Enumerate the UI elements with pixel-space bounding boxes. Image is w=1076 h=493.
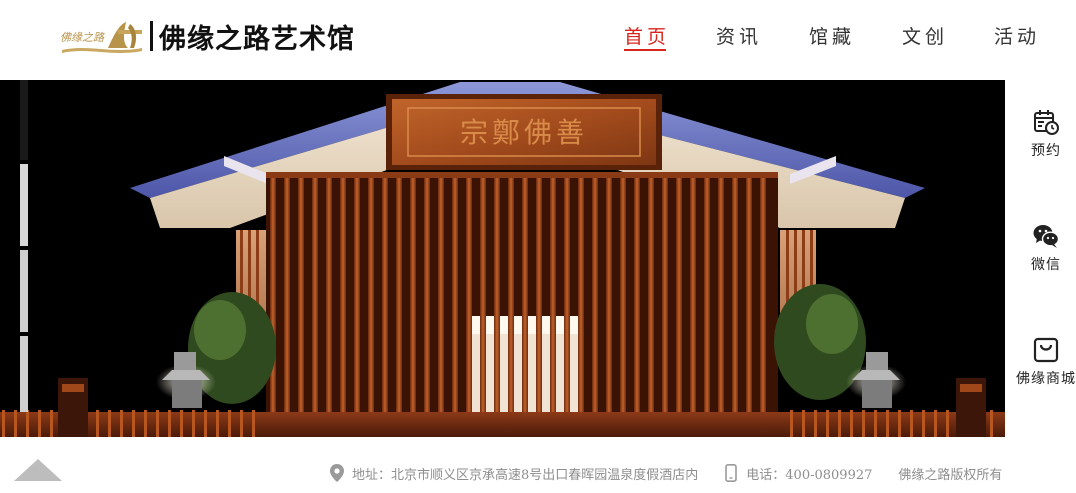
rail-item-label: 预约 (1031, 143, 1061, 159)
temple-gate-photo: 宗鄭佛善 (0, 82, 1005, 437)
nav-active-underline (624, 49, 667, 51)
nav-item-label: 资讯 (716, 26, 763, 48)
calendar-clock-icon (1034, 110, 1059, 135)
location-pin-icon (330, 464, 344, 482)
main-nav: 首页 资讯 馆藏 文创 活动 (0, 22, 1076, 62)
footer-address: 地址：北京市顺义区京承高速8号出口春晖园温泉度假酒店内 (352, 467, 699, 483)
quick-links-rail: 预约 微信 佛缘商城 (1005, 78, 1076, 437)
rail-item-reservation[interactable]: 预约 (1005, 108, 1076, 160)
rail-item-label: 微信 (1031, 257, 1061, 273)
slider-indicator-active[interactable] (20, 164, 28, 246)
back-to-top-icon[interactable] (14, 459, 62, 481)
plaque-inscription: 宗鄭佛善 (460, 116, 588, 149)
footer-phone: 电话：400-0809927 (746, 467, 873, 483)
shopping-bag-icon (1033, 337, 1059, 363)
footer-copyright: 佛缘之路版权所有 (898, 467, 1003, 483)
slider-indicator[interactable] (20, 336, 28, 412)
rail-item-shop[interactable]: 佛缘商城 (1005, 336, 1076, 388)
nav-item-creative[interactable]: 文创 (902, 22, 948, 49)
nav-item-label: 活动 (994, 26, 1041, 48)
footer-info: 地址：北京市顺义区京承高速8号出口春晖园温泉度假酒店内 电话：400-08099… (330, 463, 1002, 483)
hero-banner[interactable]: 宗鄭佛善 (0, 80, 1005, 437)
nav-item-label: 馆藏 (809, 26, 856, 48)
nav-item-label: 文创 (902, 26, 949, 48)
site-footer: 地址：北京市顺义区京承高速8号出口春晖园温泉度假酒店内 电话：400-08099… (0, 437, 1076, 493)
mobile-phone-icon (725, 464, 738, 482)
nav-item-home[interactable]: 首页 (624, 22, 671, 51)
site-header: 佛缘之路 佛缘之路艺术馆 首页 资讯 馆藏 文创 活动 (0, 0, 1076, 80)
slider-indicator[interactable] (20, 250, 28, 332)
nav-item-news[interactable]: 资讯 (716, 22, 762, 49)
nav-item-label: 首页 (624, 26, 671, 48)
nav-item-events[interactable]: 活动 (994, 22, 1040, 49)
wechat-icon (1033, 225, 1060, 248)
rail-item-wechat[interactable]: 微信 (1005, 222, 1076, 274)
nav-item-collection[interactable]: 馆藏 (809, 22, 855, 49)
slider-indicator[interactable] (20, 80, 28, 160)
rail-item-label: 佛缘商城 (1016, 371, 1076, 387)
